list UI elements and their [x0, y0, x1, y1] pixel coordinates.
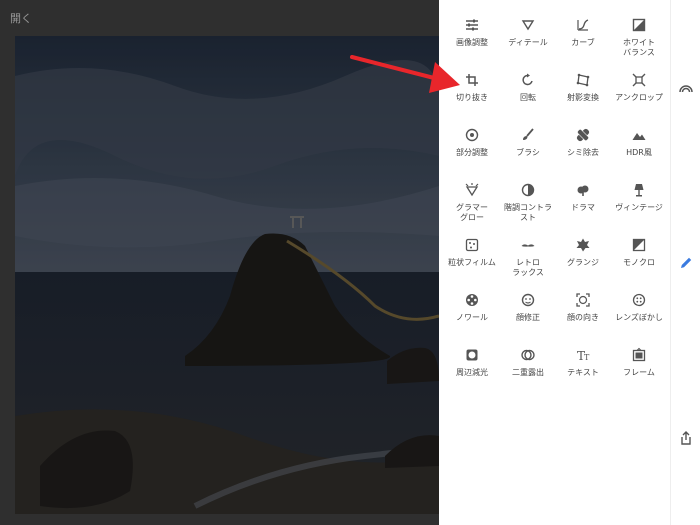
tool-head-pose[interactable]: 顔の向き: [553, 292, 613, 323]
tool-label: グランジ: [567, 258, 599, 267]
tool-label: シミ除去: [567, 148, 599, 157]
tool-label: アンクロップ: [615, 93, 663, 102]
face-enhance-icon: [520, 292, 536, 308]
tool-tune[interactable]: 画像調整: [442, 17, 502, 48]
tool-face-enhance[interactable]: 顔修正: [498, 292, 558, 323]
photo-image: [15, 36, 439, 514]
tool-label: ディテール: [508, 38, 548, 47]
hdr-icon: [631, 127, 647, 143]
right-rail: [670, 0, 700, 525]
tool-label: グラマー グロー: [456, 203, 488, 222]
export-icon[interactable]: [678, 430, 694, 446]
open-button[interactable]: 開く: [10, 10, 32, 26]
photo-canvas: [15, 36, 439, 514]
white-balance-icon: [631, 17, 647, 33]
tool-double-exposure[interactable]: 二重露出: [498, 347, 558, 378]
editor-area: 開く: [0, 0, 439, 525]
tool-label: 二重露出: [512, 368, 544, 377]
tool-label: レンズぼかし: [615, 313, 663, 322]
tool-label: フレーム: [623, 368, 655, 377]
tool-label: 画像調整: [456, 38, 488, 47]
tool-healing[interactable]: シミ除去: [553, 127, 613, 158]
tool-lens-blur[interactable]: レンズぼかし: [609, 292, 669, 323]
triangle-down-icon: [520, 17, 536, 33]
tool-text[interactable]: T T テキスト: [553, 347, 613, 378]
grainy-film-icon: [464, 237, 480, 253]
svg-text:T: T: [584, 353, 590, 362]
tool-perspective[interactable]: 射影変換: [553, 72, 613, 103]
tool-triangle-down[interactable]: ディテール: [498, 17, 558, 48]
tonal-contrast-icon: [520, 182, 536, 198]
retrolux-icon: [520, 237, 536, 253]
drama-icon: [575, 182, 591, 198]
tool-white-balance[interactable]: ホワイト バランス: [609, 17, 669, 58]
tool-label: ノワール: [456, 313, 488, 322]
tool-selective[interactable]: 部分調整: [442, 127, 502, 158]
black-white-icon: [631, 237, 647, 253]
tool-label: 粒状フィルム: [448, 258, 496, 267]
tool-label: 階調コントラ スト: [504, 203, 552, 222]
lens-blur-icon: [631, 292, 647, 308]
tool-label: レトロ ラックス: [512, 258, 544, 277]
noir-icon: [464, 292, 480, 308]
tool-drama[interactable]: ドラマ: [553, 182, 613, 213]
tools-panel: 画像調整 ディテール カーブ ホワイト バランス切り抜き 回転 射影変換 アンクロップ部分調…: [439, 0, 670, 525]
tool-expand[interactable]: アンクロップ: [609, 72, 669, 103]
tool-label: ヴィンテージ: [615, 203, 663, 212]
tool-label: 部分調整: [456, 148, 488, 157]
tool-rotate[interactable]: 回転: [498, 72, 558, 103]
tool-tonal-contrast[interactable]: 階調コントラ スト: [498, 182, 558, 223]
tool-label: モノクロ: [623, 258, 655, 267]
tool-label: 顔の向き: [567, 313, 599, 322]
healing-icon: [575, 127, 591, 143]
tool-label: 顔修正: [516, 313, 540, 322]
rotate-icon: [520, 72, 536, 88]
tool-label: 射影変換: [567, 93, 599, 102]
perspective-icon: [575, 72, 591, 88]
tool-crop[interactable]: 切り抜き: [442, 72, 502, 103]
glamour-glow-icon: [464, 182, 480, 198]
tool-hdr[interactable]: HDR風: [609, 127, 669, 158]
tool-label: 回転: [520, 93, 536, 102]
vignette-icon: [464, 347, 480, 363]
tool-frame[interactable]: フレーム: [609, 347, 669, 378]
tools-pencil-icon[interactable]: [678, 255, 694, 271]
tool-brush[interactable]: ブラシ: [498, 127, 558, 158]
tool-vignette[interactable]: 周辺減光: [442, 347, 502, 378]
tool-vintage[interactable]: ヴィンテージ: [609, 182, 669, 213]
tune-icon: [464, 17, 480, 33]
crop-icon: [464, 72, 480, 88]
tool-label: 切り抜き: [456, 93, 488, 102]
tool-label: ブラシ: [516, 148, 540, 157]
curves-icon: [575, 17, 591, 33]
selective-icon: [464, 127, 480, 143]
tool-glamour-glow[interactable]: グラマー グロー: [442, 182, 502, 223]
tool-retrolux[interactable]: レトロ ラックス: [498, 237, 558, 278]
vintage-icon: [631, 182, 647, 198]
tool-label: HDR風: [626, 148, 652, 157]
tool-label: 周辺減光: [456, 368, 488, 377]
tool-label: カーブ: [571, 38, 595, 47]
looks-icon[interactable]: [678, 80, 694, 96]
tool-label: テキスト: [567, 368, 599, 377]
tool-label: ドラマ: [571, 203, 595, 212]
frame-icon: [631, 347, 647, 363]
head-pose-icon: [575, 292, 591, 308]
grunge-icon: [575, 237, 591, 253]
brush-icon: [520, 127, 536, 143]
tool-grainy-film[interactable]: 粒状フィルム: [442, 237, 502, 268]
tool-label: ホワイト バランス: [623, 38, 655, 57]
tool-noir[interactable]: ノワール: [442, 292, 502, 323]
tool-grunge[interactable]: グランジ: [553, 237, 613, 268]
text-icon: TT: [575, 347, 591, 363]
tool-black-white[interactable]: モノクロ: [609, 237, 669, 268]
double-exposure-icon: [520, 347, 536, 363]
expand-icon: [631, 72, 647, 88]
tool-curves[interactable]: カーブ: [553, 17, 613, 48]
